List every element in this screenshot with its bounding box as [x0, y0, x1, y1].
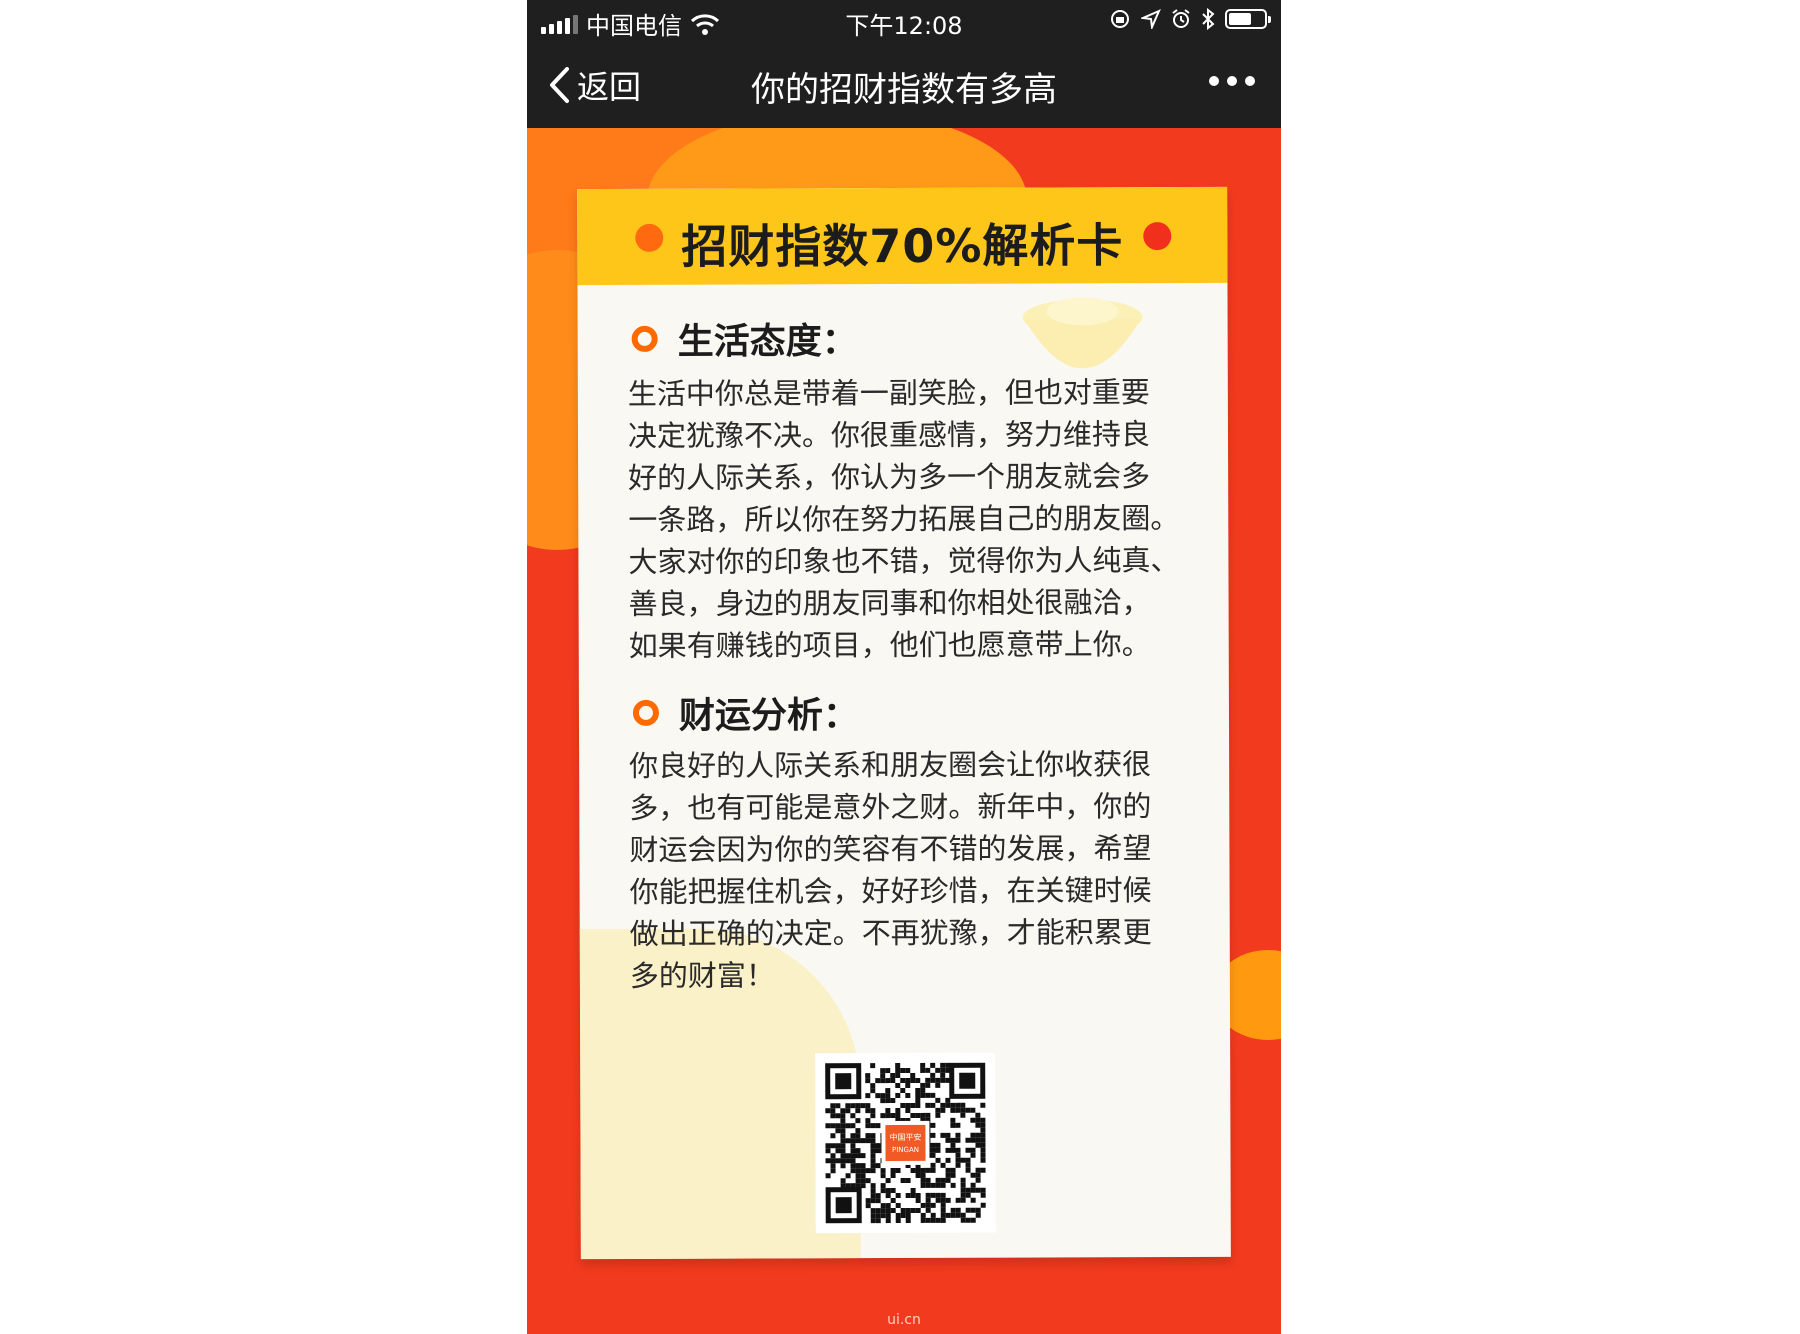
qr-code-image: 中国平安 PINGAN [825, 1062, 986, 1224]
text-line: 决定犹豫不决。你很重感情，努力维持良 [627, 417, 1151, 453]
text-line: 多，也有可能是意外之财。新年中，你的 [629, 789, 1152, 825]
qr-code[interactable]: 中国平安 PINGAN [815, 1052, 996, 1234]
section-body-fortune: 你良好的人际关系和朋友圈会让你收获很 多，也有可能是意外之财。新年中，你的 财运… [629, 743, 1190, 997]
text-line: 好的人际关系，你认为多一个朋友就会多 [628, 459, 1151, 495]
text-line: 你良好的人际关系和朋友圈会让你收获很 [629, 747, 1152, 783]
text-line: 大家对你的印象也不错，觉得你为人纯真、 [628, 543, 1180, 579]
text-line: 善良，身边的朋友同事和你相处很融洽， [628, 585, 1151, 621]
pingan-logo-icon [885, 1124, 926, 1162]
section-body-attitude: 生活中你总是带着一副笑脸，但也对重要 决定犹豫不决。你很重感情，努力维持良 好的… [628, 371, 1189, 667]
section-title: 生活态度： [677, 321, 858, 363]
back-label: 返回 [577, 68, 642, 106]
analysis-card: 招财指数70%解析卡 生活态度： 生活中你总是带着一副笑脸，但也对重要 决定犹豫… [577, 186, 1231, 1260]
status-bar: 中国电信 下午12:08 [527, 0, 1281, 40]
text-line: 财运会因为你的笑容有不错的发展，希望 [629, 831, 1152, 867]
qr-logo-sub: PINGAN [892, 1146, 919, 1154]
back-button[interactable]: 返回 [547, 62, 641, 108]
phone-screen: 中国电信 下午12:08 返回 你的招财指数有多高 招财指数70%解析卡 生活态… [527, 0, 1281, 1334]
more-icon [1209, 76, 1219, 86]
rotation-lock-icon [1111, 10, 1129, 28]
card-title: 招财指数70%解析卡 [681, 218, 1124, 274]
header-dot-icon [1143, 222, 1172, 251]
location-icon [1141, 9, 1161, 29]
qr-logo-text: 中国平安 [889, 1132, 921, 1142]
nav-bar: 返回 你的招财指数有多高 [527, 40, 1281, 128]
text-line: 做出正确的决定。不再犹豫，才能积累更 [629, 915, 1152, 951]
battery-icon [1225, 9, 1271, 29]
card-header: 招财指数70%解析卡 [577, 186, 1228, 286]
bullet-ring-icon [632, 699, 660, 726]
bluetooth-icon [1202, 8, 1215, 30]
section-heading-attitude: 生活态度： [631, 312, 858, 365]
bullet-ring-icon [631, 325, 658, 352]
text-line: 生活中你总是带着一副笑脸，但也对重要 [627, 375, 1150, 411]
text-line: 一条路，所以你在努力拓展自己的朋友圈。 [628, 501, 1180, 537]
section-title: 财运分析： [678, 695, 860, 737]
text-line: 如果有赚钱的项目，他们也愿意带上你。 [628, 627, 1151, 663]
text-line: 多的财富！ [629, 958, 775, 993]
text-line: 你能把握住机会，好好珍惜，在关键时候 [629, 873, 1152, 909]
more-button[interactable] [1209, 76, 1255, 86]
alarm-icon [1172, 9, 1190, 28]
watermark: ui.cn [887, 1312, 921, 1328]
section-heading-fortune: 财运分析： [632, 686, 860, 739]
chevron-left-icon [550, 67, 569, 103]
